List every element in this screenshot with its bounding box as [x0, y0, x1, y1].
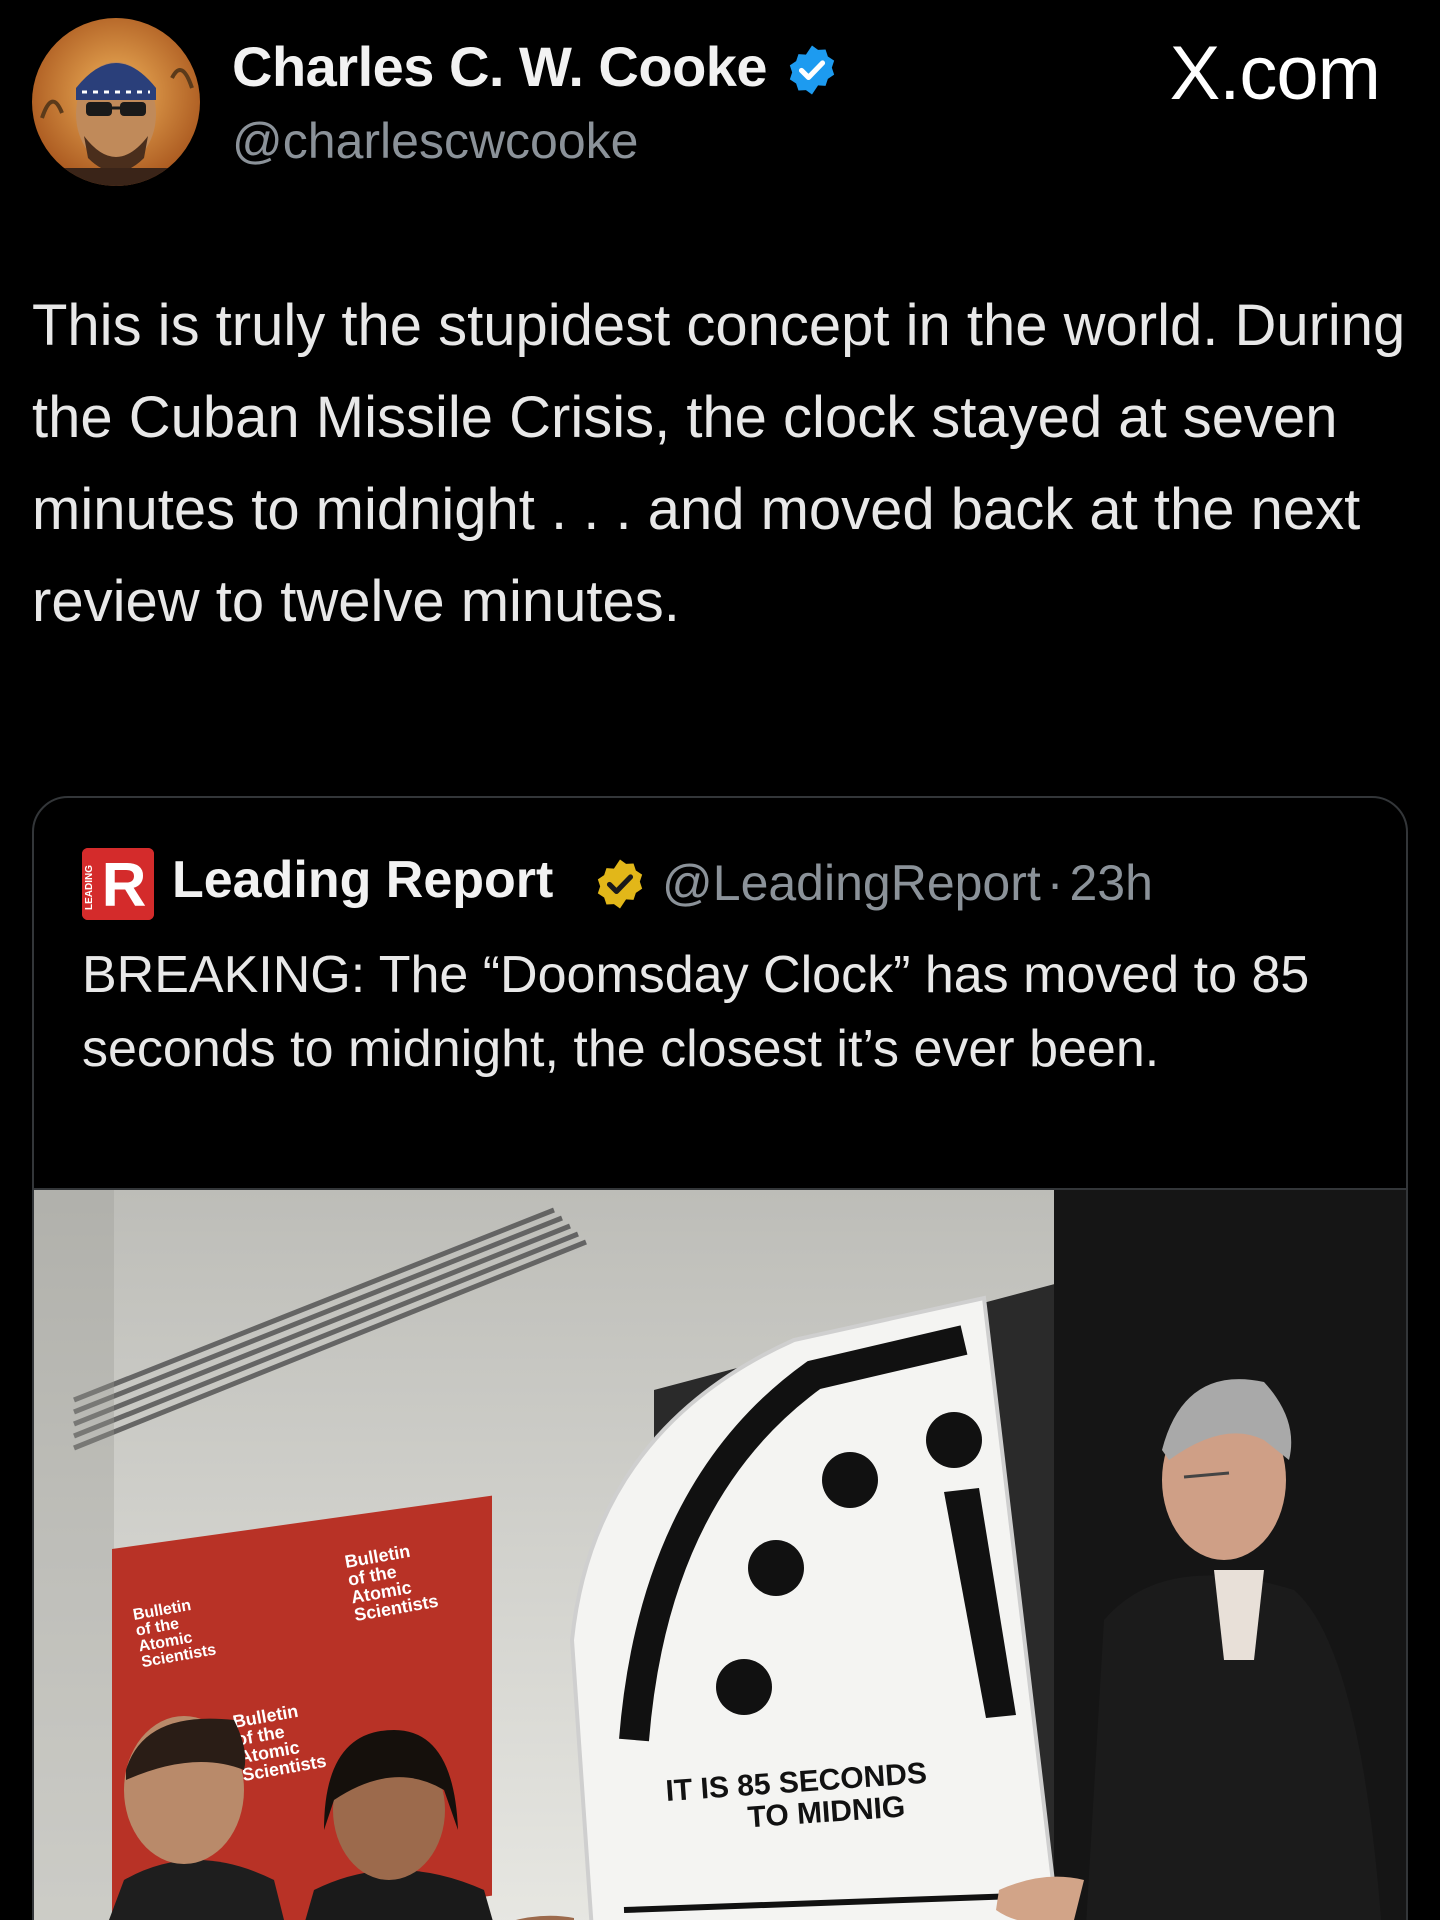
leading-report-logo[interactable]: R LEADING: [82, 848, 154, 920]
site-label: X.com: [1169, 31, 1381, 116]
avatar[interactable]: [32, 18, 200, 186]
gold-verified-badge-icon: [597, 859, 643, 909]
quoted-tweet-text: BREAKING: The “Doomsday Clock” has moved…: [82, 946, 1310, 1078]
verified-badge-icon: [789, 45, 835, 95]
user-handle[interactable]: @charlescwcooke: [232, 112, 638, 170]
tweet-header: Charles C. W. Cooke @charlescwcooke X.co…: [0, 0, 1440, 200]
quoted-photo[interactable]: Bulletin of the Atomic Scientists Bullet…: [34, 1188, 1406, 1920]
display-name[interactable]: Charles C. W. Cooke: [232, 34, 768, 99]
logo-letter: R: [102, 851, 147, 920]
quoted-tweet-card[interactable]: R LEADING Leading Report @LeadingReport ·…: [32, 796, 1408, 1920]
quoted-handle[interactable]: @LeadingReport: [662, 855, 1041, 911]
meta-separator: ·: [1046, 855, 1064, 911]
tweet-text: This is truly the stupidest concept in t…: [32, 293, 1406, 634]
quoted-time[interactable]: 23h: [1069, 855, 1152, 911]
logo-side-text: LEADING: [84, 865, 95, 910]
quoted-display-name[interactable]: Leading Report: [172, 850, 553, 910]
quoted-meta[interactable]: @LeadingReport · 23h: [662, 854, 1153, 912]
